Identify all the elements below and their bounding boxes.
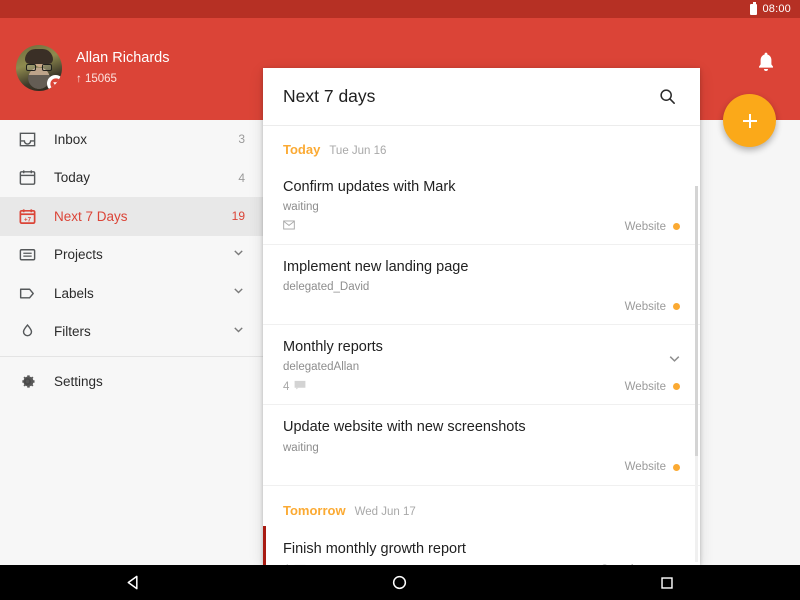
settings-gear-icon — [18, 372, 44, 391]
envelope-icon — [283, 220, 295, 233]
user-name: Allan Richards — [76, 51, 170, 67]
battery-icon — [750, 4, 757, 15]
sidebar-item-label: Inbox — [54, 132, 238, 147]
sidebar-item-next-7-days[interactable]: +7 Next 7 Days 19 — [0, 197, 263, 236]
back-triangle-icon[interactable] — [43, 574, 223, 591]
task-project[interactable]: Website — [625, 221, 680, 233]
calendar-icon — [18, 168, 44, 187]
chevron-down-icon[interactable] — [232, 323, 245, 341]
task-project[interactable]: Website — [625, 301, 680, 313]
task-meta — [283, 220, 295, 233]
card-header: Next 7 days — [263, 68, 700, 125]
chevron-down-icon[interactable] — [232, 284, 245, 302]
sidebar-item-filters[interactable]: Filters — [0, 313, 263, 352]
inbox-icon — [18, 130, 44, 149]
sidebar-item-projects[interactable]: Projects — [0, 236, 263, 275]
task-footer: Website — [283, 299, 680, 314]
projects-icon — [18, 245, 44, 264]
table-row[interactable]: Update website with new screenshots wait… — [263, 404, 700, 484]
task-project[interactable]: Website — [625, 381, 680, 393]
sidebar-item-labels[interactable]: Labels — [0, 274, 263, 313]
comment-icon — [294, 380, 306, 393]
recents-square-icon[interactable] — [577, 575, 757, 591]
task-list[interactable]: Today Tue Jun 16 Confirm updates with Ma… — [263, 125, 700, 565]
page-title: Next 7 days — [283, 86, 654, 107]
user-profile[interactable]: Allan Richards ↑ 15065 — [16, 45, 170, 91]
calendar-7-icon: +7 — [18, 207, 44, 226]
task-subtext: waiting — [283, 201, 680, 213]
day-name: Tomorrow — [283, 503, 346, 518]
task-title: Implement new landing page — [283, 258, 680, 276]
home-circle-icon[interactable] — [310, 574, 490, 591]
svg-text:+7: +7 — [24, 216, 32, 223]
project-color-dot — [673, 383, 680, 390]
sidebar-item-inbox[interactable]: Inbox 3 — [0, 120, 263, 159]
project-color-dot — [673, 303, 680, 310]
sidebar-item-label: Projects — [54, 247, 232, 262]
chevron-down-icon[interactable] — [232, 246, 245, 264]
scrollbar-thumb[interactable] — [695, 186, 698, 456]
sidebar-item-today[interactable]: Today 4 — [0, 159, 263, 198]
sidebar-item-count: 19 — [232, 209, 245, 223]
status-bar-clock: 08:00 — [762, 3, 791, 15]
task-subtext: delegatedAllan — [283, 361, 680, 373]
sidebar-item-settings[interactable]: Settings — [0, 362, 263, 401]
chevron-down-icon[interactable] — [667, 351, 682, 371]
day-group-header: Today Tue Jun 16 — [263, 126, 700, 165]
sidebar-item-label: Labels — [54, 286, 232, 301]
plus-icon — [739, 110, 761, 132]
comment-count: 4 — [283, 381, 289, 393]
project-name: Website — [625, 461, 666, 473]
sidebar-item-label: Settings — [54, 374, 245, 389]
day-group-header: Tomorrow Wed Jun 17 — [263, 485, 700, 526]
task-meta: 4 — [283, 380, 306, 393]
task-project[interactable]: Website — [625, 461, 680, 473]
sidebar-divider — [0, 356, 263, 357]
todoist-badge-icon — [47, 75, 62, 91]
sidebar-item-count: 3 — [238, 132, 245, 146]
add-task-fab[interactable] — [723, 94, 776, 147]
filter-drop-icon — [18, 322, 44, 341]
task-footer: Website — [283, 219, 680, 234]
table-row[interactable]: Confirm updates with Mark waiting Websit… — [263, 165, 700, 244]
sidebar-item-label: Today — [54, 170, 238, 185]
notifications-bell-icon[interactable] — [756, 51, 776, 78]
task-title: Monthly reports — [283, 338, 680, 356]
sidebar-item-count: 4 — [238, 171, 245, 185]
task-title: Confirm updates with Mark — [283, 178, 680, 196]
android-navigation-bar — [0, 565, 800, 600]
app-root: 08:00 Allan Richards ↑ 15065 — [0, 0, 800, 600]
project-name: Website — [625, 221, 666, 233]
project-color-dot — [673, 223, 680, 230]
task-subtext: waiting — [283, 442, 680, 454]
table-row[interactable]: Monthly reports delegatedAllan 4 Website — [263, 324, 700, 404]
task-footer: 4 Website — [283, 379, 680, 394]
user-karma: ↑ 15065 — [76, 73, 170, 85]
day-date: Tue Jun 16 — [329, 145, 386, 157]
project-color-dot — [673, 464, 680, 471]
sidebar-item-label: Filters — [54, 324, 232, 339]
table-row[interactable]: Implement new landing page delegated_Dav… — [263, 244, 700, 324]
project-name: Website — [625, 301, 666, 313]
table-row[interactable]: Finish monthly growth report 4 Growth te… — [263, 526, 700, 566]
project-name: Website — [625, 381, 666, 393]
task-footer: Website — [283, 460, 680, 475]
priority-bar — [263, 526, 266, 566]
status-bar: 08:00 — [0, 0, 800, 18]
label-tag-icon — [18, 284, 44, 303]
search-icon[interactable] — [654, 84, 680, 110]
day-date: Wed Jun 17 — [355, 506, 416, 518]
task-list-card: Next 7 days Today Tue Jun 16 Confirm upd… — [263, 68, 700, 565]
task-subtext: delegated_David — [283, 281, 680, 293]
sidebar: Inbox 3 Today 4 +7 Next 7 Days 19 Projec… — [0, 120, 263, 565]
day-name: Today — [283, 142, 320, 157]
task-title: Finish monthly growth report — [283, 540, 680, 558]
avatar[interactable] — [16, 45, 62, 91]
sidebar-item-label: Next 7 Days — [54, 209, 232, 224]
task-title: Update website with new screenshots — [283, 418, 680, 436]
